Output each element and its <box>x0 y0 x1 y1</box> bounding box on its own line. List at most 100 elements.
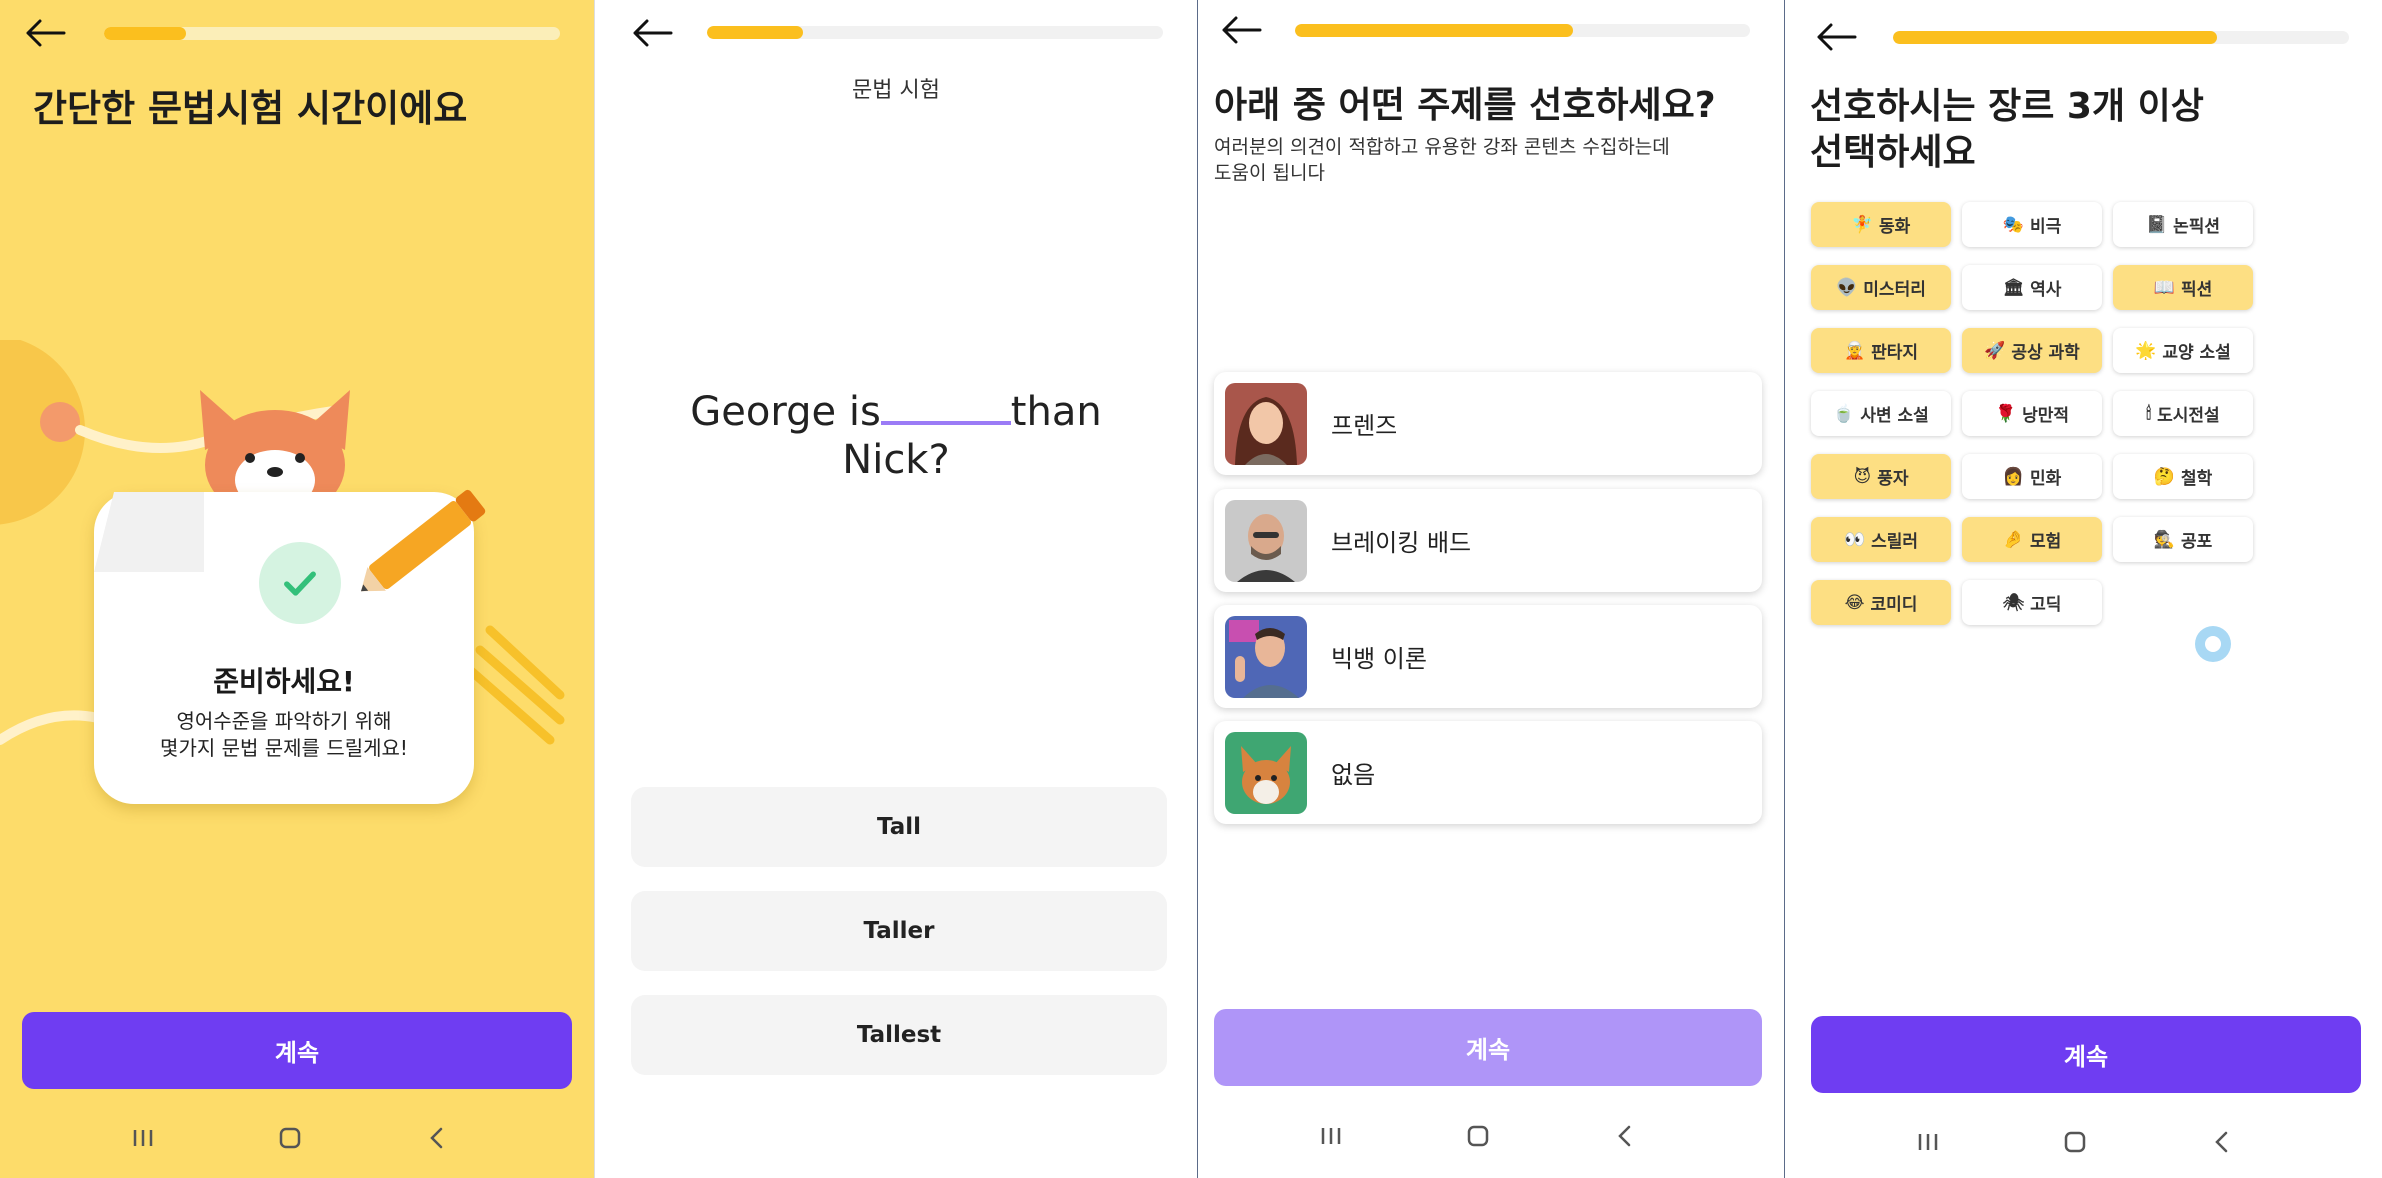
topic-label: 없음 <box>1331 761 1376 789</box>
genre-emoji-icon: 👽 <box>1836 277 1858 298</box>
page-title: 간단한 문법시험 시간이에요 <box>33 87 468 130</box>
genre-chip[interactable]: 🧝 판타지 <box>1811 328 1951 373</box>
progress-bar <box>1893 31 2349 44</box>
card-description-line: 몇가지 문법 문제를 드릴게요! <box>160 736 408 760</box>
paper-fold-decoration <box>94 492 204 572</box>
genre-label: 픽션 <box>2180 280 2213 300</box>
genre-chip[interactable]: 🕯 도시전설 <box>2113 391 2253 436</box>
genre-label: 풍자 <box>1877 469 1909 489</box>
back-nav-icon[interactable] <box>2202 1122 2242 1162</box>
genre-emoji-icon: 🧝 <box>1843 340 1866 361</box>
home-icon[interactable] <box>1458 1116 1498 1156</box>
genre-emoji-icon: 👩 <box>2002 466 2024 487</box>
genre-label: 논픽션 <box>2173 217 2221 237</box>
topic-card-none[interactable]: 없음 <box>1214 721 1762 824</box>
genre-chip[interactable]: 🤌 모험 <box>1962 517 2102 562</box>
system-nav-bar <box>70 1113 510 1163</box>
man-waving-avatar-icon <box>1225 615 1307 698</box>
progress-fill <box>707 26 803 39</box>
genre-label: 미스터리 <box>1863 280 1926 300</box>
genre-label: 고딕 <box>2030 595 2062 615</box>
topic-card-friends[interactable]: 프렌즈 <box>1214 372 1762 475</box>
genre-chip[interactable]: 🕵 공포 <box>2113 517 2253 562</box>
genre-label: 판타지 <box>1871 343 1919 363</box>
genre-label: 공상 과학 <box>2011 343 2080 363</box>
topic-card-big-bang-theory[interactable]: 빅뱅 이론 <box>1214 605 1762 708</box>
page-title: 아래 중 어떤 주제를 선호하세요? <box>1214 85 1716 126</box>
title-line: 선택하세요 <box>1810 132 1976 173</box>
genre-label: 코미디 <box>1870 595 1918 615</box>
genre-emoji-icon: 🌟 <box>2135 340 2157 361</box>
genre-emoji-icon: 👀 <box>1843 529 1866 550</box>
progress-bar <box>707 26 1163 39</box>
back-arrow-icon[interactable] <box>631 18 673 48</box>
continue-button[interactable]: 계속 <box>22 1012 572 1089</box>
option-tallest[interactable]: Tallest <box>631 995 1167 1075</box>
genre-chip[interactable]: 🤔 철학 <box>2113 454 2253 499</box>
genre-emoji-icon: 🤌 <box>2002 529 2024 550</box>
back-nav-icon[interactable] <box>1605 1116 1645 1156</box>
genre-chip[interactable]: 🍵 사변 소설 <box>1811 391 1951 436</box>
genre-chip[interactable]: 📖 픽션 <box>2113 265 2253 310</box>
genre-emoji-icon: 🚀 <box>1984 340 2006 361</box>
genre-chip[interactable]: 🧚 동화 <box>1811 202 1951 247</box>
back-arrow-icon[interactable] <box>1220 15 1262 45</box>
genre-chip[interactable]: 🌟 교양 소설 <box>2113 328 2253 373</box>
progress-bar <box>104 27 560 40</box>
genre-label: 비극 <box>2029 217 2062 237</box>
home-icon[interactable] <box>2055 1122 2095 1162</box>
question-text: George is than Nick? <box>595 388 1197 484</box>
page-subtitle: 여러분의 의견이 적합하고 유용한 강좌 콘텐츠 수집하는데 도움이 됩니다 <box>1214 134 1670 186</box>
question-part: than <box>1010 389 1102 435</box>
genre-emoji-icon: 📖 <box>2153 277 2175 298</box>
option-taller[interactable]: Taller <box>631 891 1167 971</box>
genre-label: 교양 소설 <box>2162 343 2231 363</box>
screen-grammar-test: 문법 시험 George is than Nick? Tall Taller Ta… <box>594 0 1197 1178</box>
topic-card-breaking-bad[interactable]: 브레이킹 배드 <box>1214 489 1762 592</box>
continue-button-disabled[interactable]: 계속 <box>1214 1009 1762 1086</box>
genre-chip[interactable]: 👩 민화 <box>1962 454 2102 499</box>
genre-emoji-icon: 🤔 <box>2153 466 2175 487</box>
genre-chip[interactable]: 😈 풍자 <box>1811 454 1951 499</box>
genre-emoji-icon: 🧚 <box>1851 214 1873 235</box>
home-icon[interactable] <box>270 1118 310 1158</box>
screen-genre-select: 선호하시는 장르 3개 이상 선택하세요 🧚 동화 🎭 비극 📓 논픽션 👽 미스터리 🏛 역사 📖… <box>1784 0 2382 1178</box>
genre-label: 공포 <box>2180 532 2213 552</box>
screen-intro: 간단한 문법시험 시간이에요 준비하세요! 영어수준을 파악하기 위해 몇가지 … <box>0 0 594 1178</box>
genre-emoji-icon: 🕯 <box>2146 403 2152 424</box>
system-nav-bar <box>1855 1117 2295 1167</box>
genre-chip[interactable]: 😂 코미디 <box>1811 580 1951 625</box>
genre-chip[interactable]: 🚀 공상 과학 <box>1962 328 2102 373</box>
genre-emoji-icon: 🎭 <box>2002 214 2024 235</box>
genre-chip[interactable]: 🏛 역사 <box>1962 265 2102 310</box>
genre-chip[interactable]: 👀 스릴러 <box>1811 517 1951 562</box>
system-nav-bar <box>1258 1111 1698 1161</box>
card-description: 영어수준을 파악하기 위해 몇가지 문법 문제를 드릴게요! <box>94 708 474 762</box>
back-arrow-icon[interactable] <box>24 18 66 48</box>
touch-indicator <box>2195 626 2231 662</box>
genre-chip[interactable]: 🎭 비극 <box>1962 202 2102 247</box>
recent-apps-icon[interactable] <box>1908 1122 1948 1162</box>
back-nav-icon[interactable] <box>417 1118 457 1158</box>
question-part: George is <box>690 389 881 435</box>
bald-man-avatar-icon <box>1225 499 1307 582</box>
genre-label: 사변 소설 <box>1860 406 1929 426</box>
back-arrow-icon[interactable] <box>1815 22 1857 52</box>
progress-bar <box>1295 24 1750 37</box>
page-header: 문법 시험 <box>852 78 940 103</box>
topic-label: 프렌즈 <box>1331 412 1398 440</box>
card-title: 준비하세요! <box>213 665 355 698</box>
touch-indicator-dot <box>2205 636 2221 652</box>
recent-apps-icon[interactable] <box>1311 1116 1351 1156</box>
genre-chip[interactable]: 📓 논픽션 <box>2113 202 2253 247</box>
genre-chip[interactable]: 👽 미스터리 <box>1811 265 1951 310</box>
topic-label: 브레이킹 배드 <box>1331 529 1472 557</box>
check-icon <box>259 542 341 624</box>
recent-apps-icon[interactable] <box>123 1118 163 1158</box>
genre-label: 낭만적 <box>2022 406 2070 426</box>
continue-button[interactable]: 계속 <box>1811 1016 2361 1093</box>
genre-chip[interactable]: 🕷 고딕 <box>1962 580 2102 625</box>
screen-topic-select: 아래 중 어떤 주제를 선호하세요? 여러분의 의견이 적합하고 유용한 강좌 … <box>1197 0 1784 1178</box>
genre-chip[interactable]: 🌹 낭만적 <box>1962 391 2102 436</box>
option-tall[interactable]: Tall <box>631 787 1167 867</box>
